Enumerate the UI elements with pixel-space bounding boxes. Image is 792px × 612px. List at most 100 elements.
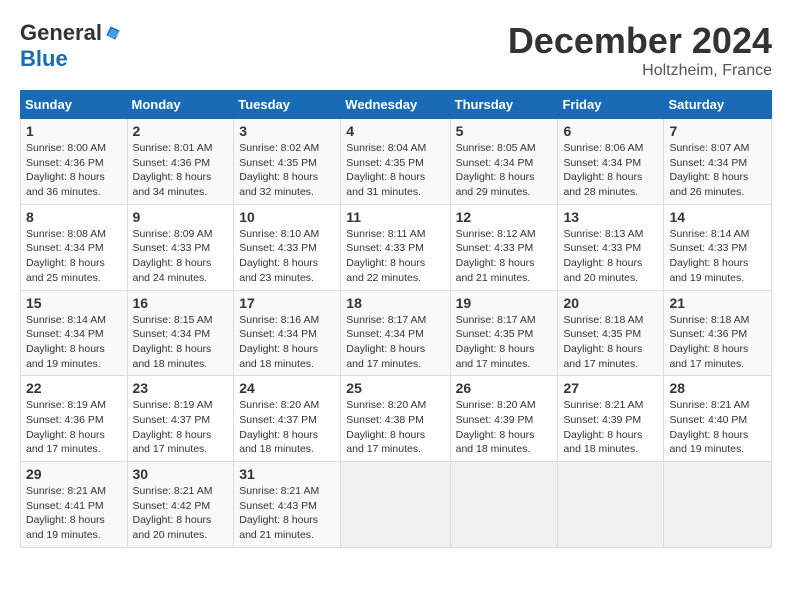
daylight-text: Daylight: 8 hours and 24 minutes. <box>133 257 212 284</box>
day-number: 22 <box>26 380 122 396</box>
day-info: Sunrise: 8:17 AMSunset: 4:35 PMDaylight:… <box>456 313 553 372</box>
calendar-header-row: SundayMondayTuesdayWednesdayThursdayFrid… <box>21 91 772 119</box>
day-info: Sunrise: 8:11 AMSunset: 4:33 PMDaylight:… <box>346 227 444 286</box>
daylight-text: Daylight: 8 hours and 29 minutes. <box>456 171 535 198</box>
calendar-day-cell: 31 Sunrise: 8:21 AMSunset: 4:43 PMDayligh… <box>234 462 341 548</box>
sunrise-text: Sunrise: 8:20 AM <box>456 399 536 411</box>
sunset-text: Sunset: 4:37 PM <box>133 414 211 426</box>
day-info: Sunrise: 8:21 AMSunset: 4:42 PMDaylight:… <box>133 484 229 543</box>
day-info: Sunrise: 8:20 AMSunset: 4:39 PMDaylight:… <box>456 398 553 457</box>
sunset-text: Sunset: 4:39 PM <box>456 414 534 426</box>
calendar-week-row: 22Sunrise: 8:19 AMSunset: 4:36 PMDayligh… <box>21 376 772 462</box>
day-number: 30 <box>133 466 229 482</box>
day-number: 13 <box>563 209 658 225</box>
calendar-week-row: 1 Sunrise: 8:00 AMSunset: 4:36 PMDaylight… <box>21 119 772 205</box>
day-of-week-header: Monday <box>127 91 234 119</box>
day-info: Sunrise: 8:08 AMSunset: 4:34 PMDaylight:… <box>26 227 122 286</box>
day-number: 6 <box>563 123 658 139</box>
sunrise-text: Sunrise: 8:08 AM <box>26 228 106 240</box>
daylight-text: Daylight: 8 hours and 17 minutes. <box>669 343 748 370</box>
day-of-week-header: Friday <box>558 91 664 119</box>
calendar-day-cell: 8 Sunrise: 8:08 AMSunset: 4:34 PMDaylight… <box>21 204 128 290</box>
calendar-day-cell: 28Sunrise: 8:21 AMSunset: 4:40 PMDayligh… <box>664 376 772 462</box>
sunset-text: Sunset: 4:36 PM <box>133 157 211 169</box>
day-number: 2 <box>133 123 229 139</box>
day-number: 1 <box>26 123 122 139</box>
calendar-day-cell: 3 Sunrise: 8:02 AMSunset: 4:35 PMDaylight… <box>234 119 341 205</box>
sunset-text: Sunset: 4:34 PM <box>133 328 211 340</box>
logo-general-text: General <box>20 20 102 46</box>
sunrise-text: Sunrise: 8:14 AM <box>26 314 106 326</box>
day-number: 25 <box>346 380 444 396</box>
calendar-day-cell: 13 Sunrise: 8:13 AMSunset: 4:33 PMDayligh… <box>558 204 664 290</box>
sunset-text: Sunset: 4:34 PM <box>563 157 641 169</box>
sunrise-text: Sunrise: 8:21 AM <box>26 485 106 497</box>
day-number: 17 <box>239 295 335 311</box>
day-info: Sunrise: 8:18 AMSunset: 4:35 PMDaylight:… <box>563 313 658 372</box>
sunset-text: Sunset: 4:36 PM <box>26 414 104 426</box>
sunrise-text: Sunrise: 8:18 AM <box>669 314 749 326</box>
calendar-day-cell: 30 Sunrise: 8:21 AMSunset: 4:42 PMDayligh… <box>127 462 234 548</box>
day-number: 8 <box>26 209 122 225</box>
sunrise-text: Sunrise: 8:01 AM <box>133 142 213 154</box>
day-number: 10 <box>239 209 335 225</box>
day-number: 16 <box>133 295 229 311</box>
day-number: 23 <box>133 380 229 396</box>
sunrise-text: Sunrise: 8:04 AM <box>346 142 426 154</box>
day-info: Sunrise: 8:00 AMSunset: 4:36 PMDaylight:… <box>26 141 122 200</box>
day-info: Sunrise: 8:10 AMSunset: 4:33 PMDaylight:… <box>239 227 335 286</box>
day-number: 11 <box>346 209 444 225</box>
calendar-day-cell: 6 Sunrise: 8:06 AMSunset: 4:34 PMDaylight… <box>558 119 664 205</box>
calendar-day-cell: 15Sunrise: 8:14 AMSunset: 4:34 PMDayligh… <box>21 290 128 376</box>
calendar-day-cell <box>558 462 664 548</box>
day-info: Sunrise: 8:04 AMSunset: 4:35 PMDaylight:… <box>346 141 444 200</box>
daylight-text: Daylight: 8 hours and 34 minutes. <box>133 171 212 198</box>
sunrise-text: Sunrise: 8:10 AM <box>239 228 319 240</box>
sunset-text: Sunset: 4:33 PM <box>346 242 424 254</box>
day-info: Sunrise: 8:09 AMSunset: 4:33 PMDaylight:… <box>133 227 229 286</box>
day-info: Sunrise: 8:21 AMSunset: 4:40 PMDaylight:… <box>669 398 766 457</box>
day-number: 3 <box>239 123 335 139</box>
sunset-text: Sunset: 4:38 PM <box>346 414 424 426</box>
sunset-text: Sunset: 4:34 PM <box>239 328 317 340</box>
daylight-text: Daylight: 8 hours and 25 minutes. <box>26 257 105 284</box>
calendar-day-cell: 5Sunrise: 8:05 AMSunset: 4:34 PMDaylight… <box>450 119 558 205</box>
daylight-text: Daylight: 8 hours and 18 minutes. <box>563 429 642 456</box>
sunset-text: Sunset: 4:39 PM <box>563 414 641 426</box>
daylight-text: Daylight: 8 hours and 17 minutes. <box>563 343 642 370</box>
sunset-text: Sunset: 4:33 PM <box>669 242 747 254</box>
calendar-day-cell: 22Sunrise: 8:19 AMSunset: 4:36 PMDayligh… <box>21 376 128 462</box>
calendar-day-cell: 18Sunrise: 8:17 AMSunset: 4:34 PMDayligh… <box>341 290 450 376</box>
day-info: Sunrise: 8:07 AMSunset: 4:34 PMDaylight:… <box>669 141 766 200</box>
day-number: 27 <box>563 380 658 396</box>
sunrise-text: Sunrise: 8:21 AM <box>239 485 319 497</box>
day-info: Sunrise: 8:19 AMSunset: 4:37 PMDaylight:… <box>133 398 229 457</box>
day-info: Sunrise: 8:21 AMSunset: 4:43 PMDaylight:… <box>239 484 335 543</box>
daylight-text: Daylight: 8 hours and 17 minutes. <box>456 343 535 370</box>
day-info: Sunrise: 8:02 AMSunset: 4:35 PMDaylight:… <box>239 141 335 200</box>
calendar-day-cell: 23 Sunrise: 8:19 AMSunset: 4:37 PMDayligh… <box>127 376 234 462</box>
calendar-day-cell: 17Sunrise: 8:16 AMSunset: 4:34 PMDayligh… <box>234 290 341 376</box>
calendar-day-cell: 10 Sunrise: 8:10 AMSunset: 4:33 PMDayligh… <box>234 204 341 290</box>
day-info: Sunrise: 8:12 AMSunset: 4:33 PMDaylight:… <box>456 227 553 286</box>
sunset-text: Sunset: 4:33 PM <box>456 242 534 254</box>
calendar-day-cell: 2 Sunrise: 8:01 AM Sunset: 4:36 PM Daylight… <box>127 119 234 205</box>
sunrise-text: Sunrise: 8:09 AM <box>133 228 213 240</box>
day-info: Sunrise: 8:17 AMSunset: 4:34 PMDaylight:… <box>346 313 444 372</box>
sunrise-text: Sunrise: 8:15 AM <box>133 314 213 326</box>
sunset-text: Sunset: 4:40 PM <box>669 414 747 426</box>
day-number: 31 <box>239 466 335 482</box>
day-info: Sunrise: 8:20 AMSunset: 4:38 PMDaylight:… <box>346 398 444 457</box>
sunset-text: Sunset: 4:34 PM <box>26 328 104 340</box>
day-number: 20 <box>563 295 658 311</box>
calendar-week-row: 15Sunrise: 8:14 AMSunset: 4:34 PMDayligh… <box>21 290 772 376</box>
daylight-text: Daylight: 8 hours and 21 minutes. <box>239 514 318 541</box>
day-number: 7 <box>669 123 766 139</box>
title-area: December 2024 Holtzheim, France <box>508 20 772 80</box>
calendar-day-cell <box>664 462 772 548</box>
daylight-text: Daylight: 8 hours and 19 minutes. <box>26 343 105 370</box>
day-info: Sunrise: 8:13 AMSunset: 4:33 PMDaylight:… <box>563 227 658 286</box>
month-title: December 2024 <box>508 20 772 62</box>
sunset-text: Sunset: 4:36 PM <box>669 328 747 340</box>
day-info: Sunrise: 8:06 AMSunset: 4:34 PMDaylight:… <box>563 141 658 200</box>
